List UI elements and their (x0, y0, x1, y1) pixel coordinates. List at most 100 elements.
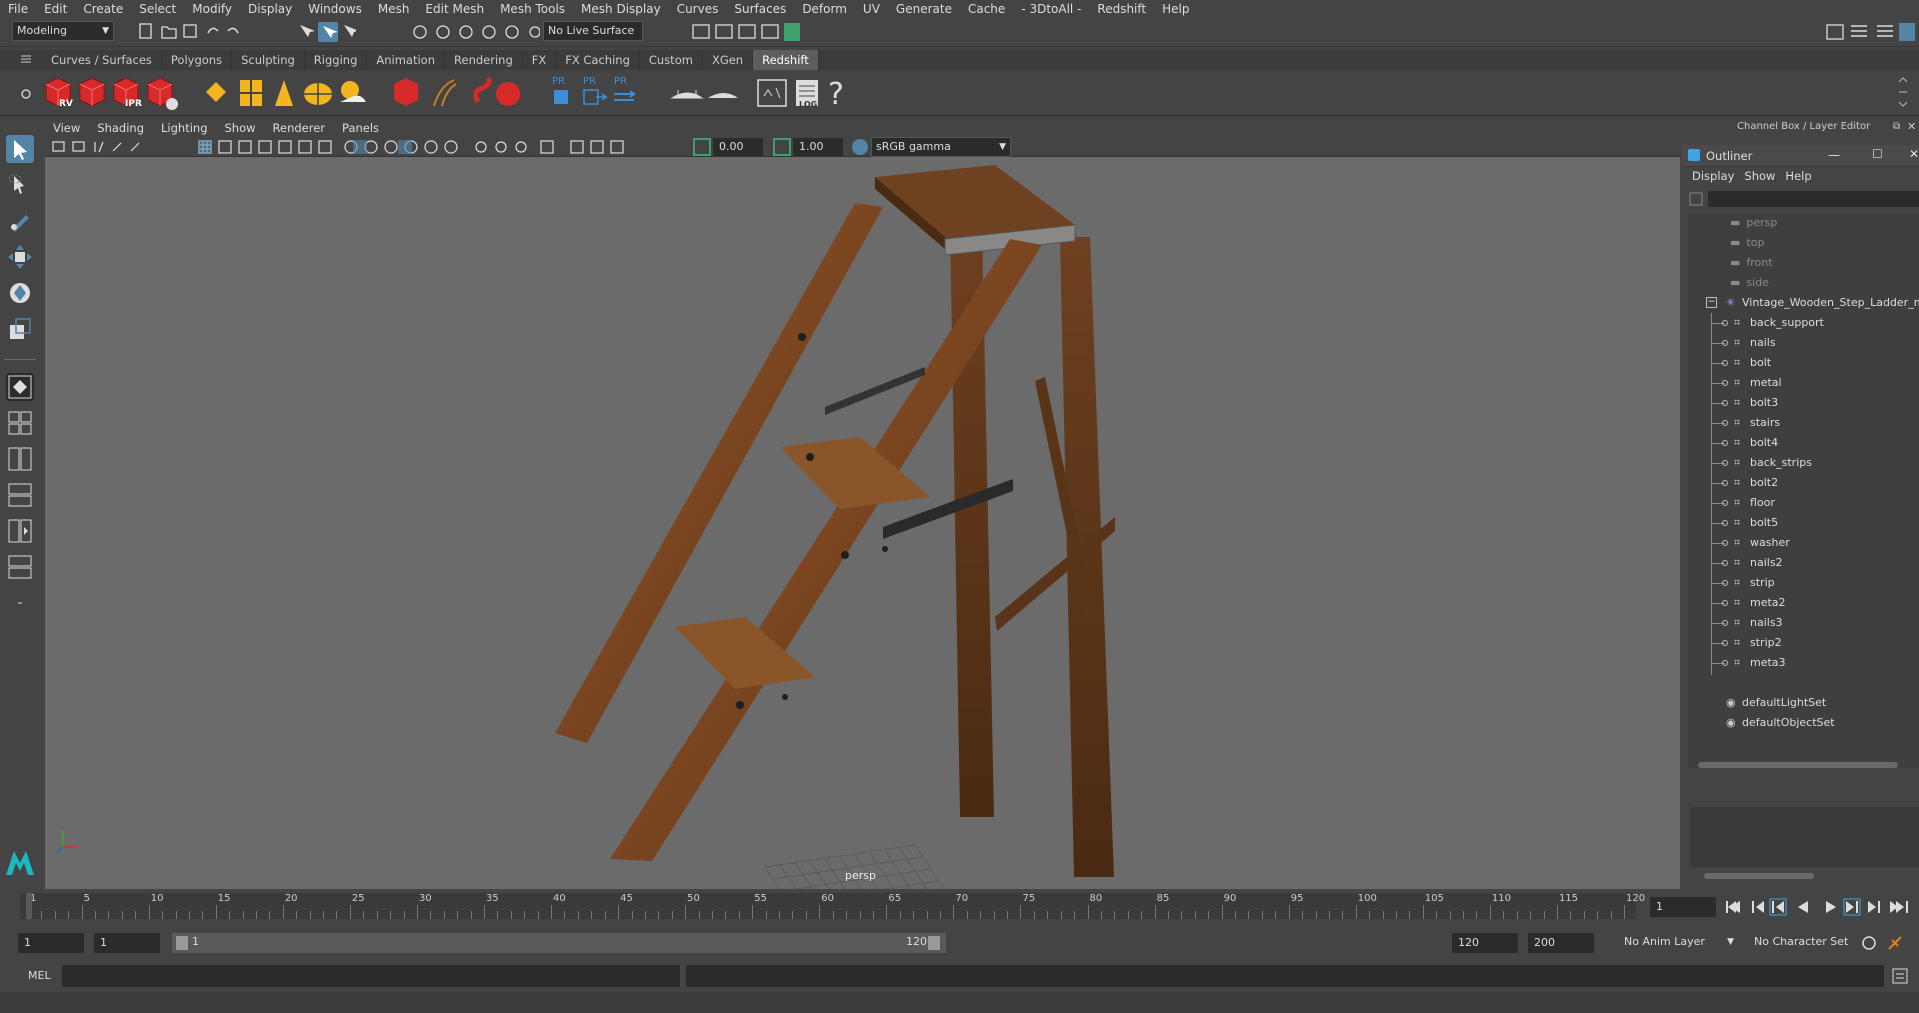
expand-dot-icon[interactable] (1722, 640, 1728, 646)
time-ruler[interactable]: 1 5 10 15 20 25 30 35 40 45 50 55 60 65 70 75 80 85 90 95 10… (20, 893, 1645, 919)
outliner-item-washer[interactable]: ⌗ washer (1688, 533, 1919, 553)
range-end-handle[interactable] (928, 936, 940, 950)
menu-modify[interactable]: Modify (184, 2, 240, 16)
menu-mesh[interactable]: Mesh (370, 2, 418, 16)
close-icon[interactable]: ✕ (1907, 120, 1916, 133)
script-editor-icon[interactable] (1892, 968, 1908, 984)
expand-dot-icon[interactable] (1722, 420, 1728, 426)
menu-uv[interactable]: UV (855, 2, 888, 16)
outliner-item-bolt4[interactable]: ⌗ bolt4 (1688, 433, 1919, 453)
shelf-menu-icon[interactable] (20, 53, 32, 65)
paint-select-tool-icon[interactable] (6, 207, 34, 235)
anim-layer-dropdown[interactable]: No Anim Layer ▼ (1620, 933, 1738, 953)
outliner-hscrollbar[interactable] (1688, 761, 1919, 769)
vp-menu-view[interactable]: View (53, 121, 89, 135)
outliner-close-icon[interactable]: ✕ (1909, 147, 1919, 161)
outliner-item-bolt5[interactable]: ⌗ bolt5 (1688, 513, 1919, 533)
shelf-tab-fx[interactable]: FX (523, 50, 557, 70)
vp-menu-lighting[interactable]: Lighting (161, 121, 216, 135)
selection-mode-icons[interactable] (296, 21, 356, 43)
menu-edit[interactable]: Edit (36, 2, 75, 16)
current-time-marker[interactable] (26, 893, 32, 919)
menu-display[interactable]: Display (240, 2, 300, 16)
outliner-item-persp[interactable]: ▬ persp (1688, 213, 1919, 233)
menu-select[interactable]: Select (131, 2, 184, 16)
animation-prefs-icon[interactable] (1886, 934, 1904, 952)
expand-dot-icon[interactable] (1722, 580, 1728, 586)
snap-icons[interactable] (410, 21, 540, 43)
outliner-search-icon[interactable] (1688, 191, 1704, 207)
outliner-item-strip2[interactable]: ⌗ strip2 (1688, 633, 1919, 653)
mel-label[interactable]: MEL (28, 969, 51, 982)
outliner-menu-help[interactable]: Help (1785, 169, 1811, 187)
menu-curves[interactable]: Curves (669, 2, 727, 16)
menu-3dtoall[interactable]: - 3DtoAll - (1013, 2, 1089, 16)
expand-dot-icon[interactable] (1722, 600, 1728, 606)
outliner-item-nails2[interactable]: ⌗ nails2 (1688, 553, 1919, 573)
layout-hypershade-icon[interactable] (6, 553, 34, 581)
outliner-item-strip[interactable]: ⌗ strip (1688, 573, 1919, 593)
range-bar[interactable]: 1 120 (172, 933, 946, 953)
outliner-item-metal[interactable]: ⌗ metal (1688, 373, 1919, 393)
expand-dot-icon[interactable] (1722, 440, 1728, 446)
expand-dot-icon[interactable] (1722, 560, 1728, 566)
expand-dot-icon[interactable] (1722, 360, 1728, 366)
menu-help[interactable]: Help (1154, 2, 1197, 16)
color-management-icon[interactable] (851, 138, 869, 156)
character-set-dropdown[interactable]: No Character Set (1750, 933, 1858, 953)
expand-dot-icon[interactable] (1722, 620, 1728, 626)
shelf-tab-redshift[interactable]: Redshift (753, 50, 819, 70)
menu-redshift[interactable]: Redshift (1089, 2, 1154, 16)
playback-start-field[interactable]: 1 (94, 933, 160, 953)
menu-generate[interactable]: Generate (888, 2, 960, 16)
shelf-tab-fx-caching[interactable]: FX Caching (556, 50, 640, 70)
redshift-misc-icons[interactable]: ? (668, 74, 848, 112)
outliner-item-nails[interactable]: ⌗ nails (1688, 333, 1919, 353)
float-icon[interactable]: ⧉ (1893, 121, 1900, 132)
vp-menu-renderer[interactable]: Renderer (273, 121, 335, 135)
outliner-item-meta3[interactable]: ⌗ meta3 (1688, 653, 1919, 673)
live-surface-field[interactable]: No Live Surface (543, 21, 643, 41)
outliner-item-back-support[interactable]: ⌗ back_support (1688, 313, 1919, 333)
layout-single-icon[interactable] (6, 373, 34, 401)
expand-dot-icon[interactable] (1722, 500, 1728, 506)
outliner-menu-display[interactable]: Display (1692, 169, 1734, 187)
menu-deform[interactable]: Deform (794, 2, 855, 16)
vp-menu-shading[interactable]: Shading (97, 121, 153, 135)
outliner-item-default-light-set[interactable]: ◉ defaultLightSet (1688, 693, 1919, 713)
shelf-tab-rigging[interactable]: Rigging (305, 50, 368, 70)
expand-dot-icon[interactable] (1722, 520, 1728, 526)
redshift-object-icons[interactable] (386, 74, 526, 112)
redshift-light-icons[interactable] (200, 74, 370, 112)
shelf-tab-xgen[interactable]: XGen (703, 50, 754, 70)
expand-dot-icon[interactable] (1722, 400, 1728, 406)
expand-dot-icon[interactable] (1722, 320, 1728, 326)
gamma-icon[interactable] (773, 138, 791, 156)
outliner-item-stairs[interactable]: ⌗ stairs (1688, 413, 1919, 433)
shelf-tab-custom[interactable]: Custom (640, 50, 703, 70)
layout-four-icon[interactable] (6, 409, 34, 437)
mel-command-input[interactable] (62, 965, 680, 987)
menu-create[interactable]: Create (75, 2, 131, 16)
channel-box-hscrollbar[interactable] (1690, 871, 1919, 881)
gamma-field[interactable]: 1.00 (793, 138, 843, 156)
mode-dropdown[interactable]: Modeling ▼ (12, 21, 114, 41)
outliner-item-group[interactable]: − ✳ Vintage_Wooden_Step_Ladder_m (1688, 293, 1919, 313)
time-slider[interactable]: 1 5 10 15 20 25 30 35 40 45 50 55 60 65 70 75 80 85 90 95 10… (0, 889, 1919, 925)
rotate-tool-icon[interactable] (6, 279, 34, 307)
expand-dot-icon[interactable] (1722, 340, 1728, 346)
outliner-item-nails3[interactable]: ⌗ nails3 (1688, 613, 1919, 633)
playback-end-field[interactable]: 120 (1452, 933, 1518, 953)
menu-edit-mesh[interactable]: Edit Mesh (417, 2, 492, 16)
range-start-handle[interactable] (176, 936, 188, 950)
exposure-field[interactable]: 0.00 (713, 138, 763, 156)
shelf-tab-rendering[interactable]: Rendering (445, 50, 523, 70)
outliner-item-bolt3[interactable]: ⌗ bolt3 (1688, 393, 1919, 413)
layout-side-by-side-icon[interactable] (6, 445, 34, 473)
auto-key-icon[interactable] (1860, 934, 1878, 952)
menu-mesh-display[interactable]: Mesh Display (573, 2, 669, 16)
playback-controls[interactable] (1722, 897, 1912, 917)
shelf-tab-polygons[interactable]: Polygons (162, 50, 233, 70)
workspace-icons[interactable] (1825, 21, 1915, 43)
vp-menu-show[interactable]: Show (225, 121, 265, 135)
